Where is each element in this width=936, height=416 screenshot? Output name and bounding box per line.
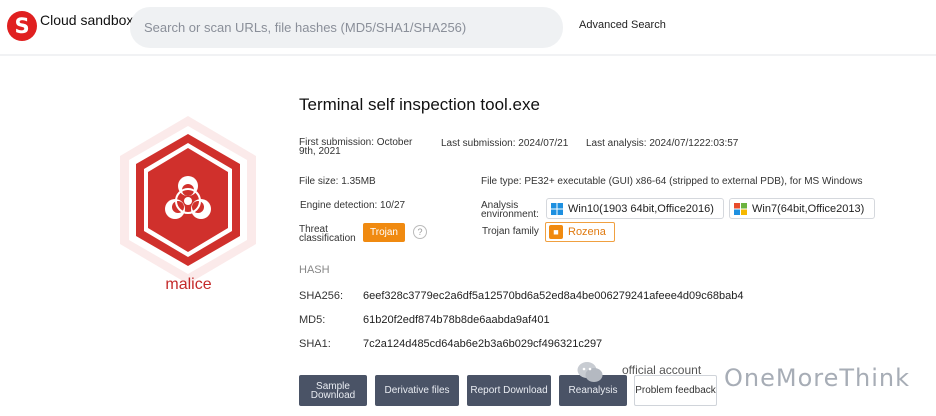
reanalysis-label: Reanalysis [568, 385, 618, 396]
env-win7-button[interactable]: Win7(64bit,Office2013) [729, 198, 875, 219]
env-win10-button[interactable]: Win10(1903 64bit,Office2016) [546, 198, 724, 219]
sha256-value: 6eef328c3779ec2a6df5a12570bd6a52ed8a4be0… [363, 290, 744, 302]
last-analysis: Last analysis: 2024/07/1222:03:57 [586, 138, 739, 149]
trojan-family-label: Trojan family [482, 226, 539, 237]
file-type: File type: PE32+ executable (GUI) x86-64… [481, 176, 863, 187]
file-size: File size: 1.35MB [299, 176, 376, 187]
env-win7-label: Win7(64bit,Office2013) [752, 202, 865, 215]
sha256-label: SHA256: [299, 290, 344, 302]
sha1-value: 7c2a124d485cd64ab6e2b3a6b029cf496321c297 [363, 338, 603, 350]
md5-value: 61b20f2edf874b78b8de6aabda9af401 [363, 314, 550, 326]
first-submission: First submission: October 9th, 2021 [299, 137, 413, 157]
top-header: S Cloud sandbox Advanced Search [0, 0, 936, 54]
family-icon: ■ [549, 225, 563, 239]
problem-feedback-button[interactable]: Problem feedback [634, 375, 717, 406]
logo-icon[interactable]: S [7, 11, 37, 41]
report-download-button[interactable]: Report Download [467, 375, 551, 406]
wechat-icon [577, 362, 603, 382]
biohazard-icon [120, 116, 256, 284]
advanced-search-link[interactable]: Advanced Search [579, 19, 666, 31]
threat-classification-tag: Trojan [363, 223, 405, 242]
threat-classification-label: Threat classification [299, 224, 356, 244]
derivative-files-label: Derivative files [384, 385, 450, 396]
verdict-badge [112, 112, 264, 288]
md5-label: MD5: [299, 314, 326, 326]
search-input[interactable] [130, 7, 563, 48]
windows10-icon [551, 202, 563, 215]
last-submission: Last submission: 2024/07/21 [441, 138, 569, 149]
derivative-files-button[interactable]: Derivative files [375, 375, 459, 406]
file-name: Terminal self inspection tool.exe [299, 95, 540, 114]
sample-download-label: Sample Download [310, 380, 356, 401]
trojan-family-tag[interactable]: ■ Rozena [545, 222, 615, 242]
env-win10-label: Win10(1903 64bit,Office2016) [568, 202, 714, 215]
hash-heading: HASH [299, 264, 330, 276]
sample-download-button[interactable]: Sample Download [299, 375, 367, 406]
help-icon[interactable]: ? [413, 225, 427, 239]
problem-feedback-label: Problem feedback [635, 385, 716, 396]
report-download-label: Report Download [470, 385, 548, 396]
report-card: malice Terminal self inspection tool.exe… [0, 56, 936, 416]
trojan-family-value: Rozena [568, 226, 606, 238]
windows7-icon [734, 202, 747, 215]
engine-detection: Engine detection: 10/27 [300, 200, 406, 211]
watermark-brand: OneMoreThink [724, 364, 911, 392]
analysis-environment-label: Analysis environment: [481, 200, 539, 220]
sha1-label: SHA1: [299, 338, 331, 350]
watermark-official-account: official account [622, 363, 702, 377]
verdict-label: malice [165, 276, 212, 293]
brand-name[interactable]: Cloud sandbox [40, 12, 133, 28]
